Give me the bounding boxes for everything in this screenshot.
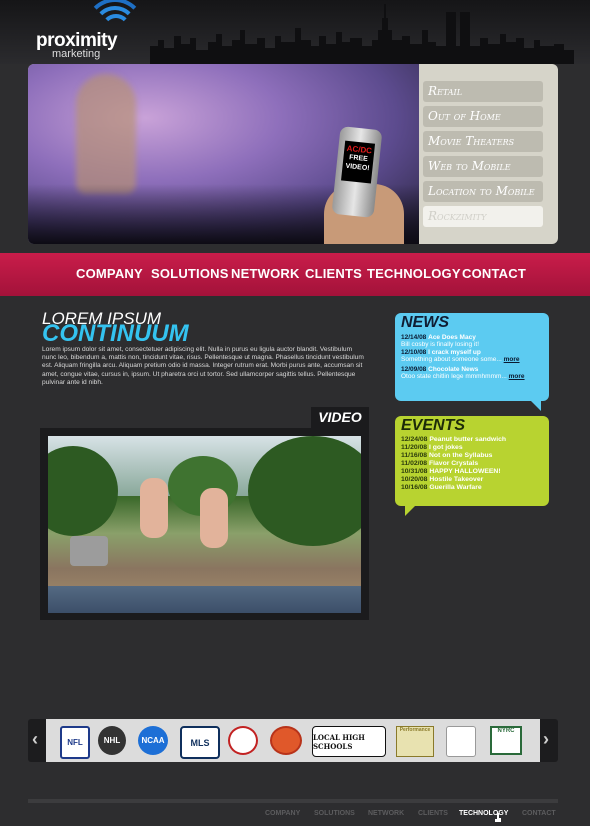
phone-promo-text: FREE VIDEO!: [345, 154, 370, 173]
event-item[interactable]: 11/16/08 Not on the Syllabus: [401, 452, 492, 460]
nav-technology[interactable]: TECHNOLOGY: [367, 266, 461, 281]
event-item[interactable]: 12/24/08 Peanut butter sandwich: [401, 436, 506, 444]
hero-banner: AC/DC FREE VIDEO! Retail Out of Home Mov…: [28, 64, 558, 244]
menu-item-web-to-mobile[interactable]: Web to Mobile: [423, 156, 543, 177]
mls-logo[interactable]: MLS: [180, 726, 220, 759]
nav-solutions[interactable]: SOLUTIONS: [151, 266, 229, 281]
solutions-menu: Retail Out of Home Movie Theaters Web to…: [419, 64, 558, 244]
nyrc-logo[interactable]: NYRC: [490, 726, 522, 755]
footer-company[interactable]: COMPANY: [265, 810, 300, 817]
nav-contact[interactable]: CONTACT: [462, 266, 526, 281]
proximity-logo[interactable]: proximity marketing: [36, 0, 146, 64]
footer-contact[interactable]: CONTACT: [522, 810, 556, 817]
events-callout-tail: [405, 506, 415, 516]
video-label: VIDEO: [311, 407, 369, 428]
footer-divider: [28, 799, 558, 803]
ncaa-logo[interactable]: NCAA: [138, 726, 168, 755]
video-player[interactable]: [48, 436, 361, 613]
intro-body: Lorem ipsum dolor sit amet, consectetuer…: [42, 346, 364, 386]
client-logo-carousel: ‹ NFL NHL NCAA MLS LOCAL HIGH SCHOOLS Pe…: [28, 719, 558, 762]
news-title: NEWS: [401, 314, 449, 331]
nav-company[interactable]: COMPANY: [76, 266, 143, 281]
header: proximity marketing: [0, 0, 590, 64]
menu-item-out-of-home[interactable]: Out of Home: [423, 106, 543, 127]
footer-solutions[interactable]: SOLUTIONS: [314, 810, 355, 817]
event-item[interactable]: 10/16/08 Guerilla Warfare: [401, 484, 482, 492]
event-item[interactable]: 10/31/08 HAPPY HALLOWEEN!: [401, 468, 501, 476]
news-box: NEWS 12/14/08 Ace Does Macy Bill cosby i…: [395, 313, 549, 411]
nfl-logo[interactable]: NFL: [60, 726, 90, 759]
news-item-title[interactable]: I crack myself up: [428, 349, 481, 356]
footer-clients[interactable]: CLIENTS: [418, 810, 448, 817]
local-high-schools-logo[interactable]: LOCAL HIGH SCHOOLS: [312, 726, 386, 757]
video-person: [200, 488, 228, 548]
news-item: 12/14/08 Ace Does Macy Bill cosby is fin…: [401, 334, 480, 348]
news-callout-tail: [531, 401, 541, 411]
menu-item-movie-theaters[interactable]: Movie Theaters: [423, 131, 543, 152]
intro-title-line2: CONTINUUM: [42, 320, 189, 347]
nav-clients[interactable]: CLIENTS: [305, 266, 362, 281]
performance-logo[interactable]: Performance: [396, 726, 434, 757]
school-mascot-logo[interactable]: [446, 726, 476, 757]
event-item[interactable]: 11/20/08 I got jokes: [401, 444, 463, 452]
footer-network[interactable]: NETWORK: [368, 810, 404, 817]
team-crest-logo[interactable]: [228, 726, 258, 755]
phone-screen: AC/DC FREE VIDEO!: [341, 140, 376, 184]
carousel-prev-button[interactable]: ‹: [32, 729, 38, 750]
events-box: EVENTS 12/24/08 Peanut butter sandwich 1…: [395, 416, 549, 516]
sports-club-logo[interactable]: [270, 726, 302, 755]
carousel-next-button[interactable]: ›: [543, 729, 549, 750]
news-item: 12/09/08 Chocolate News Otoo state chitl…: [401, 366, 525, 380]
main-nav: COMPANY SOLUTIONS NETWORK CLIENTS TECHNO…: [0, 253, 590, 296]
menu-item-retail[interactable]: Retail: [423, 81, 543, 102]
hand-cursor-icon: [495, 813, 501, 822]
menu-item-location-to-mobile[interactable]: Location to Mobile: [423, 181, 543, 202]
event-item[interactable]: 11/02/08 Flavor Crystals: [401, 460, 478, 468]
menu-item-rockzimity[interactable]: Rockzimity: [423, 206, 543, 227]
event-item[interactable]: 10/20/08 Hostile Takeover: [401, 476, 483, 484]
video-person: [140, 478, 168, 538]
video-frame: [40, 428, 369, 620]
news-more-link[interactable]: more: [509, 373, 525, 380]
news-item-title[interactable]: Chocolate News: [428, 366, 478, 373]
news-item: 12/10/08 I crack myself up Something abo…: [401, 349, 520, 363]
events-title: EVENTS: [401, 417, 466, 434]
news-more-link[interactable]: more: [504, 356, 520, 363]
logo-sub: marketing: [52, 48, 101, 60]
nav-network[interactable]: NETWORK: [231, 266, 300, 281]
news-item-title[interactable]: Ace Does Macy: [428, 334, 476, 341]
nhl-logo[interactable]: NHL: [98, 726, 126, 755]
logo-strip: NFL NHL NCAA MLS LOCAL HIGH SCHOOLS Perf…: [46, 719, 540, 762]
